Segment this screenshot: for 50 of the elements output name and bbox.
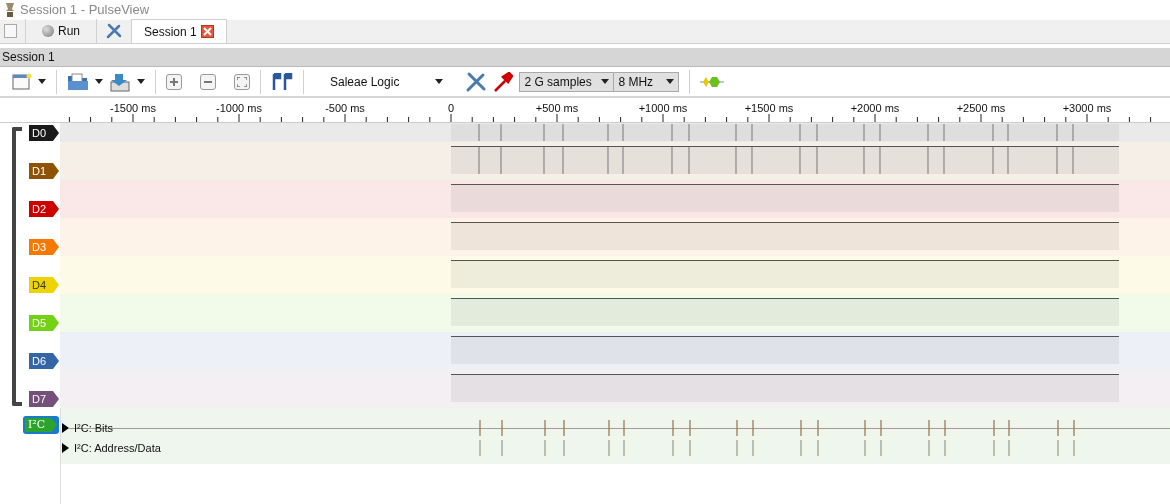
ruler-label: 0 — [447, 101, 455, 117]
zoom-fit-button[interactable] — [234, 73, 250, 90]
ruler-label: +1000 ms — [638, 101, 688, 117]
close-icon[interactable] — [200, 25, 214, 39]
session-header: Session 1 — [0, 47, 1170, 67]
session-tab[interactable]: Session 1 — [131, 19, 227, 44]
decoder-row-label: I²C: Address/Data — [74, 440, 161, 456]
folder-icon[interactable] — [67, 72, 89, 91]
ruler-label: +500 ms — [535, 101, 579, 117]
ruler-label: -1000 ms — [216, 101, 262, 117]
dropdown-caret-icon[interactable] — [601, 79, 610, 84]
zoom-out-button[interactable] — [200, 73, 216, 90]
cursor-icon[interactable] — [271, 72, 293, 91]
dropdown-caret-icon[interactable] — [38, 79, 46, 84]
tools-icon[interactable] — [105, 22, 123, 41]
ruler-label: -1500 ms — [110, 101, 156, 117]
channel-label[interactable]: D6 — [29, 353, 59, 369]
dropdown-caret-icon[interactable] — [435, 79, 444, 84]
expand-arrow-icon[interactable] — [62, 443, 70, 453]
channel-label[interactable]: D4 — [29, 277, 59, 293]
save-icon[interactable] — [109, 71, 131, 92]
ruler-label: -500 ms — [325, 101, 365, 117]
decoder-row-label: I²C: Bits — [74, 420, 114, 436]
channel-label[interactable]: D2 — [29, 201, 59, 217]
window-title: Session 1 - PulseView — [20, 1, 150, 20]
plus-icon — [170, 77, 178, 86]
device-dropdown[interactable]: Saleae Logic — [314, 72, 460, 91]
ruler-label: +1500 ms — [744, 101, 794, 117]
ruler-label: +2500 ms — [956, 101, 1006, 117]
expand-arrow-icon[interactable] — [62, 423, 70, 433]
channel-label[interactable]: D7 — [29, 391, 59, 407]
run-button[interactable]: Run — [34, 22, 88, 41]
app-icon — [4, 2, 16, 19]
dropdown-caret-icon[interactable] — [666, 79, 675, 84]
dropdown-caret-icon[interactable] — [95, 79, 103, 84]
channel-label[interactable]: D1 — [29, 163, 59, 179]
channel-label[interactable]: D0 — [29, 125, 59, 141]
tab-label: Session 1 — [144, 23, 197, 41]
fit-icon — [237, 76, 247, 87]
sample-rate-dropdown[interactable]: 8 MHz — [614, 72, 679, 91]
cross-icon — [202, 27, 212, 37]
run-icon — [42, 25, 54, 38]
tools-icon[interactable] — [465, 70, 488, 93]
sample-count-dropdown[interactable]: 2 G samples — [520, 72, 615, 91]
new-document-icon[interactable] — [12, 72, 32, 91]
ruler-label: +2000 ms — [850, 101, 900, 117]
zoom-in-button[interactable] — [166, 73, 182, 90]
dropdown-caret-icon[interactable] — [137, 79, 145, 84]
ruler-label: +3000 ms — [1062, 101, 1112, 117]
probe-icon[interactable] — [493, 71, 514, 92]
